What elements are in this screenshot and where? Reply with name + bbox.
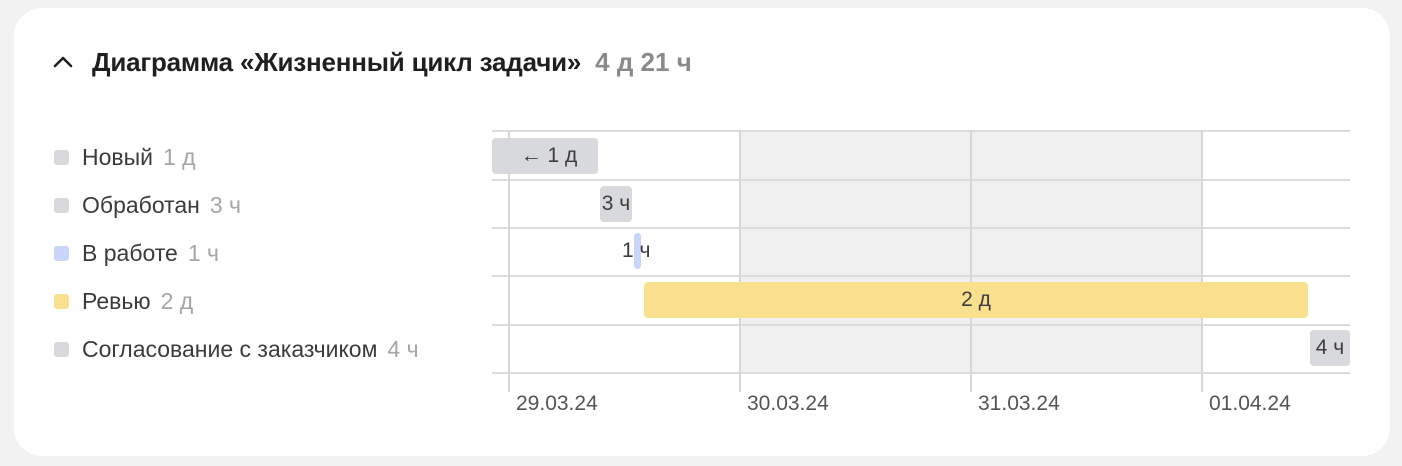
legend-item-review: Ревью 2 д (54, 277, 419, 325)
bar-label: 3 ч (601, 192, 631, 215)
legend-item-in-progress: В работе 1 ч (54, 229, 419, 277)
day-gridline (970, 130, 972, 392)
legend-label: Согласование с заказчиком (82, 335, 378, 362)
legend-swatch (54, 245, 69, 261)
bar-processed[interactable]: 3 ч (600, 186, 632, 222)
legend-item-processed: Обработан 3 ч (54, 181, 419, 229)
legend-swatch (54, 341, 69, 357)
legend-label: Новый (82, 143, 153, 170)
legend-swatch (54, 149, 69, 165)
diagram-title: Диаграмма «Жизненный цикл задачи» (92, 46, 582, 77)
day-gridline (739, 130, 741, 392)
legend-label: Ревью (82, 287, 151, 314)
legend-label: В работе (82, 239, 178, 266)
legend-swatch (54, 293, 69, 309)
total-duration: 4 д 21 ч (595, 46, 692, 77)
bar-new[interactable]: ← 1 д (492, 138, 598, 174)
legend-item-new: Новый 1 д (54, 133, 419, 181)
row-divider (492, 227, 1350, 229)
x-tick-label: 30.03.24 (747, 392, 829, 415)
day-gridline (1201, 130, 1203, 392)
bar-label: ← 1 д (520, 144, 578, 167)
status-legend: Новый 1 д Обработан 3 ч В работе 1 ч Рев… (54, 133, 419, 373)
x-tick-label: 31.03.24 (978, 392, 1060, 415)
row-divider (492, 324, 1350, 326)
legend-swatch (54, 197, 69, 213)
legend-label: Обработан (82, 191, 200, 218)
row-divider (492, 372, 1350, 374)
legend-item-customer-approval: Согласование с заказчиком 4 ч (54, 325, 419, 373)
legend-duration: 1 д (163, 143, 196, 170)
bar-label-in-progress: 1 ч (622, 239, 651, 262)
bar-label: 2 д (961, 288, 991, 311)
legend-duration: 3 ч (209, 191, 242, 218)
chevron-up-icon[interactable] (52, 51, 74, 73)
timeline-chart: ← 1 д 3 ч 1 ч 2 д 4 ч 29.03.24 30.03.24 … (492, 122, 1350, 415)
x-tick-label: 29.03.24 (516, 392, 598, 415)
card-header[interactable]: Диаграмма «Жизненный цикл задачи» 4 д 21… (52, 42, 692, 82)
legend-duration: 2 д (160, 287, 194, 314)
legend-duration: 4 ч (387, 335, 419, 362)
bar-review[interactable]: 2 д (644, 282, 1308, 318)
bar-label: 4 ч (1315, 336, 1345, 359)
legend-duration: 1 ч (187, 239, 220, 266)
row-divider (492, 179, 1350, 181)
row-divider (492, 130, 1350, 132)
bar-customer-approval[interactable]: 4 ч (1310, 330, 1350, 366)
x-tick-label: 01.04.24 (1209, 392, 1291, 415)
row-divider (492, 275, 1350, 277)
